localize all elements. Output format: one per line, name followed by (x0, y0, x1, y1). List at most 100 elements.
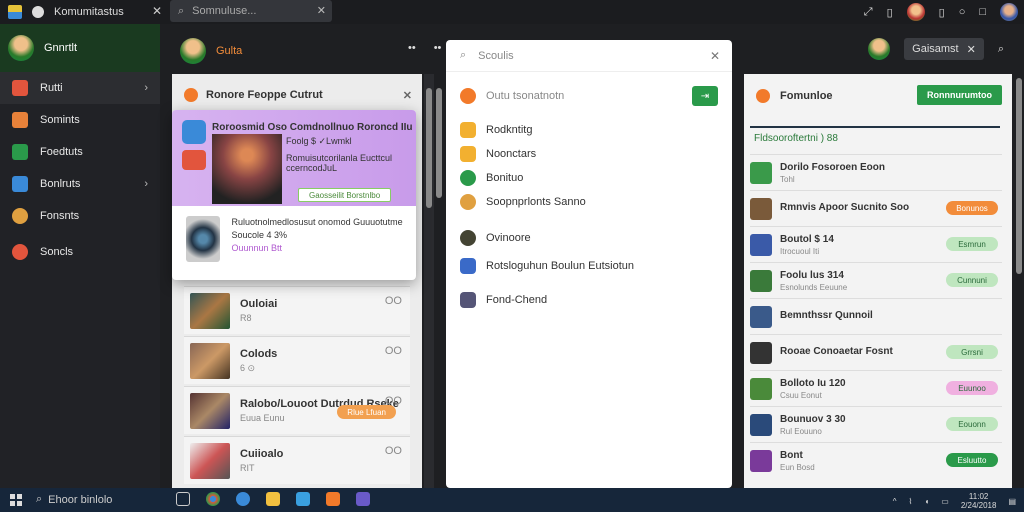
list-item[interactable]: Bounuov 3 30 Rul Eouuno Eouonn (750, 406, 1002, 442)
circle-icon[interactable]: ○ (959, 6, 966, 18)
clock[interactable]: 11:02 2/24/2018 (961, 492, 997, 510)
popup-action-button[interactable]: Gaosseilit Borstnlbo (298, 188, 392, 202)
search-icon[interactable]: ⌕ (998, 43, 1004, 56)
sidebar-item-bonlruts[interactable]: Bonlruts › (0, 168, 160, 200)
avatar[interactable] (180, 38, 206, 64)
sidebar-header[interactable]: Gnnrtlt (0, 24, 160, 72)
filter-tab[interactable]: Fldsooroftertni ) 88 (750, 126, 1000, 148)
ie-icon[interactable] (296, 492, 310, 506)
scrollbar[interactable] (1014, 74, 1024, 488)
card-icon[interactable]: ▯ (939, 6, 945, 19)
list-item[interactable]: Bolloto Iu 120 Csuu Eonut Euunoo (750, 370, 1002, 406)
puzzle-icon (12, 144, 28, 160)
sidebar-item-soncls[interactable]: Soncls (0, 236, 160, 268)
clipboard-icon[interactable]: ▯ (887, 6, 893, 19)
notifications-icon[interactable]: ▤ (1008, 497, 1016, 506)
status-badge[interactable]: Eouonn (946, 417, 998, 431)
header-menu: •• •• (408, 42, 441, 54)
list-item[interactable]: Soopnprlonts Sanno (460, 194, 586, 210)
list-item[interactable]: Ovinoore (460, 230, 531, 246)
footer-link[interactable]: Ouunnun Btt (232, 242, 407, 255)
more-icon[interactable]: OO (385, 345, 402, 357)
logo-icon (184, 88, 198, 102)
list-item[interactable]: Cuiioalo RIT OO (184, 436, 410, 484)
task-view-icon[interactable] (176, 492, 190, 506)
more-icon[interactable]: •• (408, 42, 416, 54)
teams-icon[interactable] (356, 492, 370, 506)
more-icon[interactable]: OO (385, 295, 402, 307)
close-icon[interactable]: ✕ (710, 49, 720, 63)
network-icon[interactable]: ⌇ (909, 497, 913, 506)
sidebar-item-foedtuts[interactable]: Foedtuts (0, 136, 160, 168)
browser-tab[interactable]: Komumitastus ✕ (0, 0, 168, 24)
app-icon[interactable] (326, 492, 340, 506)
list-item[interactable]: Bont Eun Bosd Esluutto (750, 442, 1002, 478)
list-item[interactable]: Noonctars (460, 146, 536, 162)
list-item[interactable]: Rodkntitg (460, 122, 532, 138)
list-item[interactable]: Foolu lus 314 Esnolunds Eeuune Cunnuni (750, 262, 1002, 298)
scrollbar-thumb[interactable] (1016, 78, 1022, 274)
scrollbar-thumb[interactable] (426, 88, 432, 208)
user-menu[interactable]: Gaisamst ✕ (904, 38, 984, 60)
row-title: Rmnvis Apoor Sucnito Soo (780, 202, 910, 213)
list-item[interactable]: Fond-Chend (460, 292, 547, 308)
list-item[interactable]: Rooae Conoaetar Fosnt Grrsni (750, 334, 1002, 370)
windows-start-icon[interactable] (10, 494, 22, 506)
status-badge[interactable]: Esluutto (946, 453, 998, 467)
title-bar: Komumitastus ✕ ⌕ Somnuluse... ✕ ⤢ ▯ ▯ ○ … (0, 0, 1024, 24)
list-item[interactable]: Bemnthssr Qunnoil (750, 298, 1002, 334)
status-badge[interactable]: Esmrun (946, 237, 998, 251)
list-item[interactable]: Ouloiai R8 OO (184, 286, 410, 334)
chat-icon (12, 80, 28, 96)
list-item[interactable]: Colods 6 ⊙ OO (184, 336, 410, 384)
sidebar-item-rutti[interactable]: Rutti › (0, 72, 160, 104)
primary-button[interactable]: Ronnnurumtoo (917, 85, 1002, 105)
taskbar-apps (176, 492, 370, 506)
search-icon: ⌕ (460, 49, 467, 61)
avatar[interactable] (906, 3, 925, 21)
row-meta: Eun Bosd (780, 462, 815, 472)
address-bar[interactable]: ⌕ Somnuluse... ✕ (170, 0, 332, 22)
close-icon[interactable]: ✕ (967, 43, 976, 56)
sidebar-item-somints[interactable]: Somints (0, 104, 160, 136)
search-dialog: ⌕ Scoulis ✕ Outu tsonatnotn ⇥ Rodkntitg … (446, 40, 732, 488)
list-item[interactable]: Ralobo/Louoot Dutrdud Rseke Euua Eunu OO … (184, 386, 410, 434)
edge-icon[interactable] (236, 492, 250, 506)
restore-icon[interactable]: ⤢ (864, 6, 873, 19)
chrome-icon[interactable] (206, 492, 220, 506)
status-badge[interactable]: Bonunos (946, 201, 998, 215)
status-badge[interactable]: Euunoo (946, 381, 998, 395)
list-item[interactable]: Rmnvis Apoor Sucnito Soo Bonunos (750, 190, 1002, 226)
status-badge[interactable]: Cunnuni (946, 273, 998, 287)
square-icon[interactable]: □ (979, 6, 986, 18)
chevron-up-icon[interactable]: ^ (893, 497, 897, 506)
clear-address-icon[interactable]: ✕ (317, 4, 326, 17)
volume-icon[interactable]: ◖ (924, 497, 929, 506)
avatar[interactable] (1000, 3, 1018, 21)
row-text: Bounuov 3 30 Rul Eouuno (780, 414, 846, 436)
list-item[interactable]: Dorilo Fosoroen Eoon Tohl (750, 154, 1002, 190)
scrollbar-thumb[interactable] (436, 88, 442, 198)
list-item[interactable]: Rotsloguhun Boulun Eutsiotun (460, 258, 634, 274)
sidebar-item-label: Bonlruts (40, 178, 81, 190)
sidebar-item-fonsnts[interactable]: Fonsnts (0, 200, 160, 232)
taskbar-search[interactable]: ⌕ Ehoor binlolo (36, 493, 112, 506)
add-button[interactable]: ⇥ (692, 86, 718, 106)
close-tab-icon[interactable]: ✕ (152, 4, 162, 18)
more-icon[interactable]: OO (385, 445, 402, 457)
thumbnail (190, 342, 230, 379)
list-item[interactable]: Bonituo (460, 170, 523, 186)
avatar[interactable] (868, 38, 891, 60)
more-icon[interactable]: •• (434, 42, 442, 54)
close-icon[interactable]: ✕ (403, 89, 412, 102)
item-label: Bonituo (486, 172, 524, 184)
search-field[interactable]: ⌕ Scoulis ✕ (446, 40, 732, 72)
battery-icon[interactable]: ▭ (941, 497, 949, 506)
status-pill[interactable]: Rlue Lfuan (337, 405, 396, 419)
status-badge[interactable]: Grrsni (946, 345, 998, 359)
list-item[interactable]: Boutol $ 14 Itrocuoul Iti Esmrun (750, 226, 1002, 262)
scrollbar[interactable] (424, 74, 434, 488)
search-input[interactable]: Scoulis (478, 50, 513, 62)
scrollbar[interactable] (434, 74, 444, 198)
folder-icon[interactable] (266, 492, 280, 506)
